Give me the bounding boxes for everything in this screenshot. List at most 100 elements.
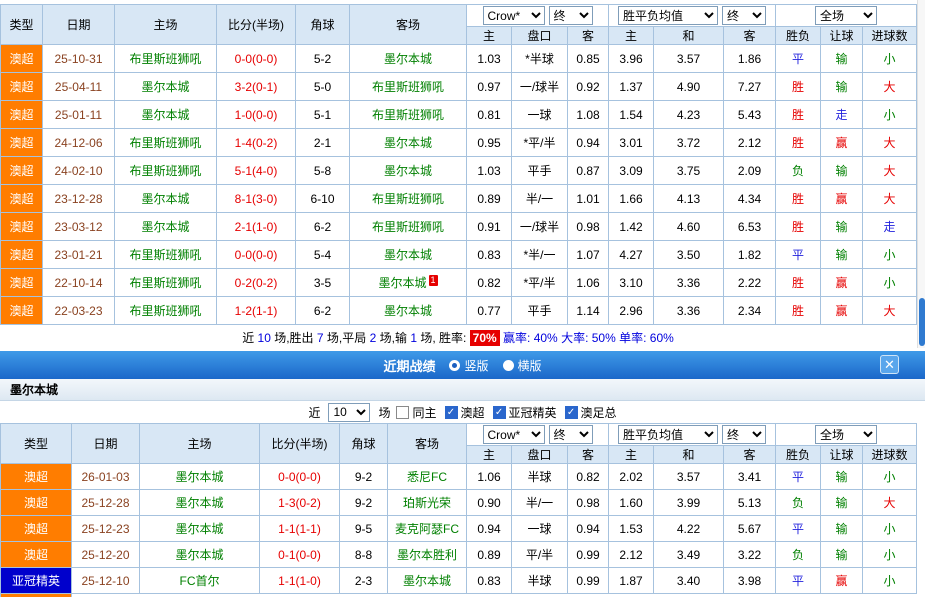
- away-team-cell[interactable]: 墨尔本城1: [350, 269, 467, 297]
- home-team-cell[interactable]: 布里斯班狮吼: [115, 157, 217, 185]
- avg-win-cell: 3.10: [609, 269, 654, 297]
- league-cell[interactable]: 澳超: [1, 213, 43, 241]
- h2h-scope-select[interactable]: 全场: [815, 6, 877, 25]
- goals-result-cell: 小: [863, 241, 917, 269]
- away-team-cell[interactable]: 墨尔本城: [350, 45, 467, 73]
- result-cell: 胜: [776, 73, 821, 101]
- away-team-cell[interactable]: 悉尼FC: [388, 464, 467, 490]
- handicap-cell: 半球: [512, 464, 568, 490]
- away-team-cell[interactable]: 墨尔本城: [350, 241, 467, 269]
- scrollbar-thumb[interactable]: [919, 298, 925, 346]
- away-team-cell[interactable]: 墨尔本城: [350, 297, 467, 325]
- away-team-cell[interactable]: 布里斯班狮吼: [350, 185, 467, 213]
- league-cell[interactable]: 澳超: [1, 129, 43, 157]
- h2h-bookmaker-select[interactable]: Crow*: [483, 6, 545, 25]
- home-team-cell[interactable]: 墨尔本城: [140, 490, 260, 516]
- home-team-cell[interactable]: 布里斯班狮吼: [115, 297, 217, 325]
- home-team-cell[interactable]: 墨尔本城: [115, 213, 217, 241]
- handicap-cell: *平/半: [512, 269, 568, 297]
- layout-option-1[interactable]: 横版: [503, 357, 542, 374]
- match-count-select[interactable]: 10: [328, 403, 370, 422]
- home-team-cell[interactable]: 布里斯班狮吼: [115, 269, 217, 297]
- close-icon[interactable]: ✕: [880, 355, 899, 374]
- away-team-cell[interactable]: 布里斯班狮吼: [350, 213, 467, 241]
- home-team-cell[interactable]: 墨尔本城: [115, 101, 217, 129]
- away-team-cell[interactable]: 墨尔本城: [350, 157, 467, 185]
- filter-option-1[interactable]: ✓澳超: [445, 404, 485, 421]
- handicap-result-cell: 赢: [821, 129, 863, 157]
- handicap-result-cell: 输: [821, 241, 863, 269]
- league-cell[interactable]: 澳超: [1, 241, 43, 269]
- corner-cell: 9-2: [340, 464, 388, 490]
- home-team-cell[interactable]: 墨尔本城: [115, 185, 217, 213]
- goals-result-cell: 大: [863, 185, 917, 213]
- home-team-cell[interactable]: 墨尔本城: [140, 464, 260, 490]
- h2h-avg-select[interactable]: 胜平负均值: [618, 6, 718, 25]
- handicap-result-cell: 输: [821, 213, 863, 241]
- home-team-cell[interactable]: 墨尔本城: [140, 516, 260, 542]
- away-team-cell[interactable]: 珀斯光荣: [388, 490, 467, 516]
- score-cell: 8-1(3-0): [217, 185, 296, 213]
- match-row: 澳超24-02-10布里斯班狮吼5-1(4-0)5-8墨尔本城1.03平手0.8…: [1, 157, 917, 185]
- avg-draw-cell: 3.99: [654, 490, 724, 516]
- home-odds-cell: 0.97: [467, 73, 512, 101]
- avg-draw-cell: 3.36: [654, 297, 724, 325]
- recent-col-header-result: 胜负: [776, 446, 821, 464]
- league-cell[interactable]: 澳超: [1, 45, 43, 73]
- filter-option-label: 同主: [412, 404, 436, 421]
- h2h-col-header-goals: 进球数: [863, 27, 917, 45]
- away-team-cell[interactable]: 墨尔本城: [388, 568, 467, 594]
- home-team-cell[interactable]: FC首尔: [140, 568, 260, 594]
- date-cell: 24-02-10: [43, 157, 115, 185]
- h2h-final-select[interactable]: 终: [549, 6, 593, 25]
- recent-final-select[interactable]: 终: [549, 425, 593, 444]
- away-team-cell[interactable]: 布里斯班狮吼: [350, 101, 467, 129]
- home-team-cell[interactable]: 墨尔本城: [115, 73, 217, 101]
- league-cell[interactable]: 澳超: [1, 516, 72, 542]
- recent-final-select-2[interactable]: 终: [722, 425, 766, 444]
- recent-col-header-avg-draw: 和: [654, 446, 724, 464]
- league-cell[interactable]: 澳超: [1, 269, 43, 297]
- league-cell[interactable]: 澳超: [1, 542, 72, 568]
- match-stats-page: 类型日期主场比分(半场)角球客场Crow*终胜平负均值终全场主盘口客主和客胜负让…: [0, 0, 925, 597]
- league-cell[interactable]: 澳超: [1, 297, 43, 325]
- league-cell[interactable]: 澳超: [1, 185, 43, 213]
- filter-option-label: 澳足总: [581, 404, 617, 421]
- h2h-col-header-home: 主场: [115, 5, 217, 45]
- league-cell[interactable]: 澳超: [1, 464, 72, 490]
- score-cell: 0-0(0-0): [260, 464, 340, 490]
- recent-bookmaker-select[interactable]: Crow*: [483, 425, 545, 444]
- filter-option-0[interactable]: 同主: [396, 404, 436, 421]
- date-cell: 24-12-06: [43, 129, 115, 157]
- away-odds-cell: 0.94: [568, 129, 609, 157]
- layout-option-0[interactable]: 竖版: [449, 357, 488, 374]
- away-team-cell[interactable]: 麦克阿瑟FC: [388, 516, 467, 542]
- h2h-avg-odds-group: 胜平负均值终: [609, 5, 776, 27]
- scrollbar-track[interactable]: [917, 0, 925, 348]
- home-team-cell[interactable]: 布里斯班狮吼: [115, 129, 217, 157]
- away-team-cell[interactable]: 墨尔本胜利: [388, 542, 467, 568]
- home-team-cell[interactable]: 墨尔本城: [140, 542, 260, 568]
- home-team-cell[interactable]: 布里斯班狮吼: [115, 241, 217, 269]
- recent-scope-select[interactable]: 全场: [815, 425, 877, 444]
- handicap-cell: 平手: [512, 297, 568, 325]
- league-cell[interactable]: 澳超: [1, 101, 43, 129]
- league-cell[interactable]: 澳超: [1, 157, 43, 185]
- away-team-cell[interactable]: 布里斯班狮吼: [350, 73, 467, 101]
- filter-option-3[interactable]: ✓澳足总: [565, 404, 617, 421]
- league-cell[interactable]: 亚冠精英: [1, 568, 72, 594]
- away-odds-cell: 1.08: [568, 101, 609, 129]
- away-team-cell[interactable]: 墨尔本城: [350, 129, 467, 157]
- goals-result-cell: 小: [863, 101, 917, 129]
- away-odds-cell: 0.85: [568, 45, 609, 73]
- handicap-cell: *半/一: [512, 241, 568, 269]
- handicap-cell: 一/球半: [512, 73, 568, 101]
- filter-option-2[interactable]: ✓亚冠精英: [493, 404, 557, 421]
- league-cell[interactable]: 澳超: [1, 490, 72, 516]
- recent-avg-select[interactable]: 胜平负均值: [618, 425, 718, 444]
- h2h-final-select-2[interactable]: 终: [722, 6, 766, 25]
- league-cell[interactable]: 澳超: [1, 73, 43, 101]
- checkbox-icon: ✓: [493, 406, 506, 419]
- away-odds-cell: 0.94: [568, 516, 609, 542]
- home-team-cell[interactable]: 布里斯班狮吼: [115, 45, 217, 73]
